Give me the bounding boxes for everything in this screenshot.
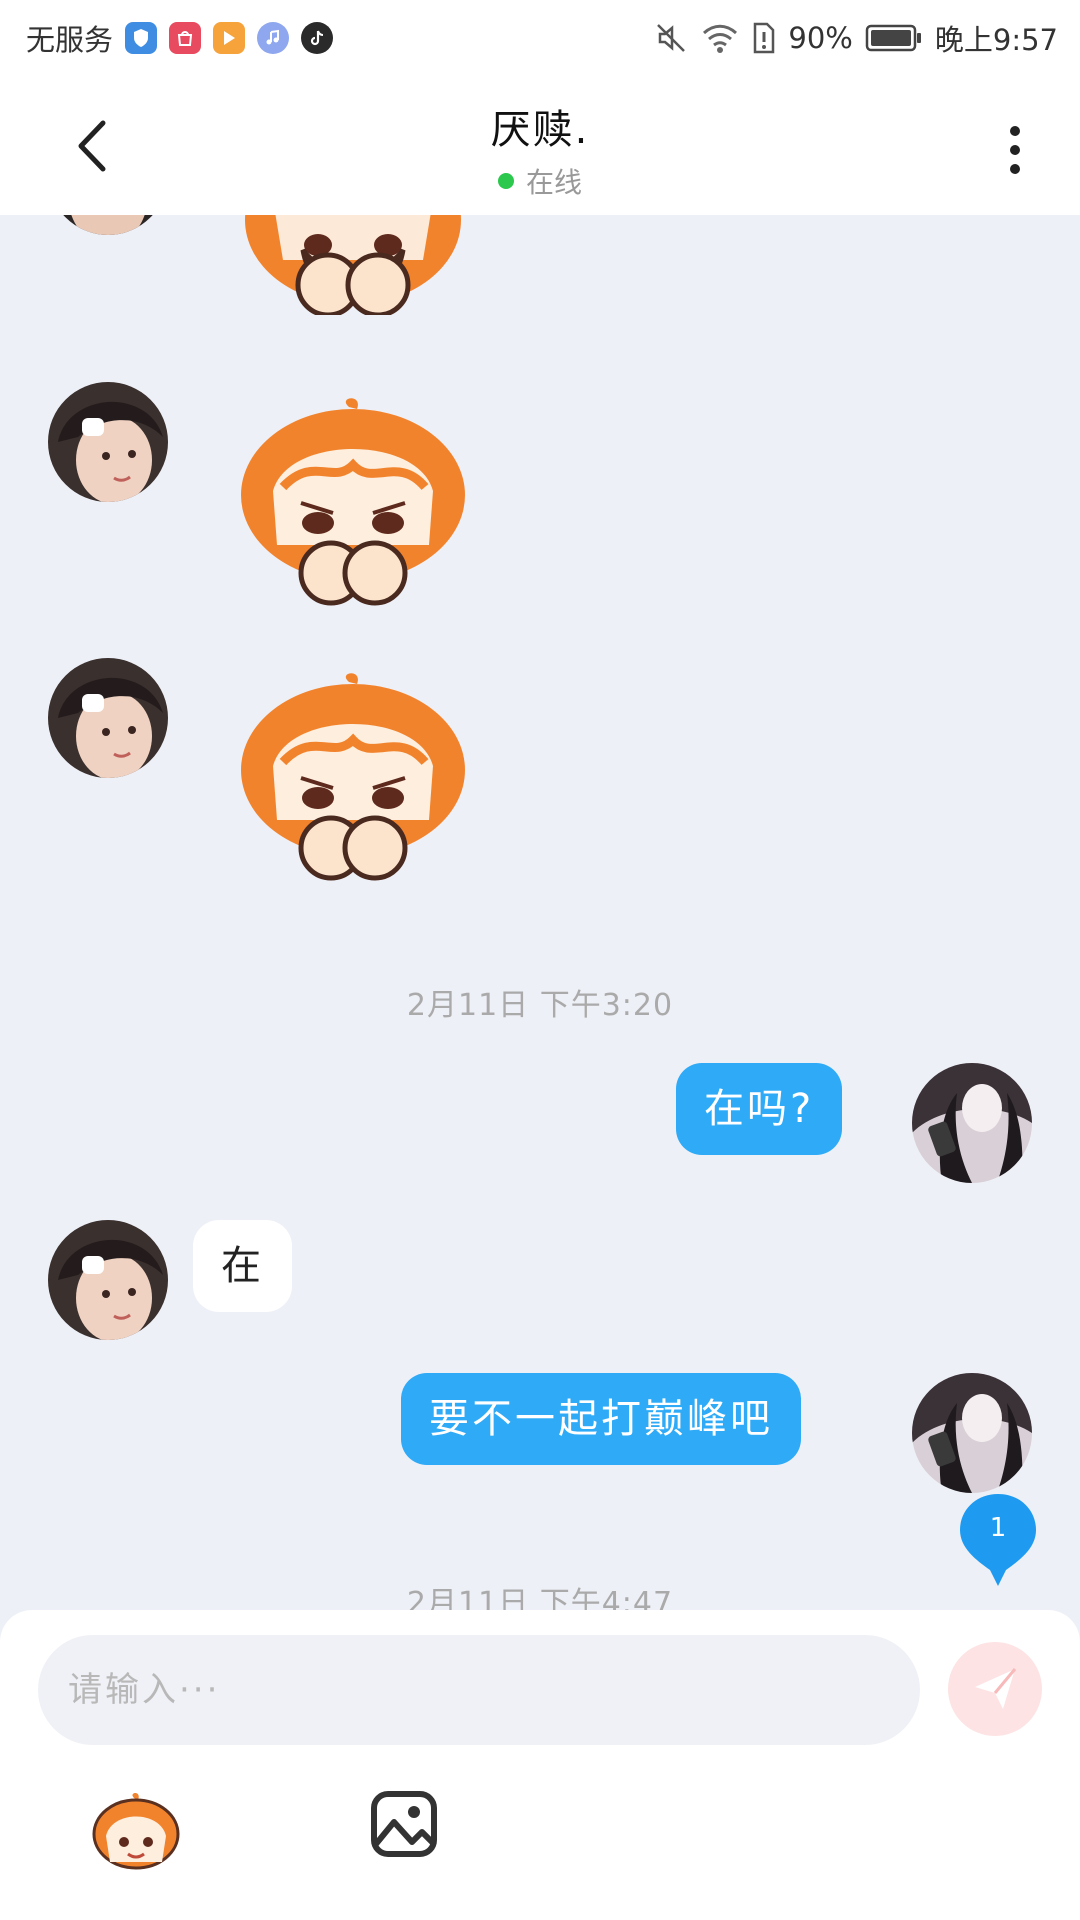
- sticker-message[interactable]: [233, 670, 473, 885]
- sticker-message[interactable]: [233, 395, 473, 610]
- contact-avatar[interactable]: [48, 382, 168, 502]
- unread-count-badge[interactable]: 1: [956, 1490, 1040, 1586]
- sticker-message[interactable]: [233, 215, 473, 315]
- shield-app-icon: [125, 21, 158, 54]
- send-button[interactable]: [948, 1642, 1042, 1736]
- message-timestamp: 2月11日 下午4:47: [406, 1586, 674, 1610]
- contact-name: 厌赎.: [490, 107, 590, 153]
- status-bar: 无服务 90% 晚上9:57: [0, 0, 1080, 75]
- contact-avatar[interactable]: [48, 215, 168, 235]
- unread-count: 1: [989, 1513, 1007, 1543]
- tiktok-icon: [301, 21, 334, 54]
- image-icon: [371, 1791, 437, 1857]
- clock: 晚上9:57: [934, 22, 1058, 57]
- wifi-icon: [700, 21, 740, 55]
- battery-icon: [865, 23, 923, 53]
- sticker-icon: [92, 1793, 180, 1870]
- carrier-text: 无服务: [26, 22, 114, 57]
- contact-avatar[interactable]: [48, 1220, 168, 1340]
- chat-header: 厌赎. 在线: [0, 75, 1080, 215]
- image-picker-button[interactable]: [368, 1788, 440, 1860]
- battery-percent: 90%: [788, 20, 853, 55]
- more-vertical-icon: [1010, 126, 1020, 136]
- mute-icon: [654, 21, 688, 55]
- music-app-icon: [257, 21, 290, 54]
- contact-avatar[interactable]: [48, 658, 168, 778]
- more-options-button[interactable]: [990, 115, 1040, 185]
- composer-panel: [0, 1610, 1080, 1920]
- message-list[interactable]: 2月11日 下午3:20 在吗? 在 要不一起打巅峰吧 2月11日 下午4:47: [0, 215, 1080, 1610]
- message-input[interactable]: [38, 1635, 920, 1745]
- sim-alert-icon: [752, 21, 776, 55]
- my-avatar[interactable]: [912, 1063, 1032, 1183]
- send-icon: [975, 1668, 1017, 1709]
- sticker-button[interactable]: [88, 1792, 184, 1872]
- incoming-message[interactable]: 在: [193, 1220, 292, 1312]
- my-avatar[interactable]: [912, 1373, 1032, 1493]
- presence-status: 在线: [0, 161, 1080, 201]
- presence-text: 在线: [525, 166, 582, 199]
- video-app-icon: [213, 21, 246, 54]
- huawei-store-icon: [169, 21, 202, 54]
- outgoing-message[interactable]: 要不一起打巅峰吧: [401, 1373, 801, 1465]
- outgoing-message[interactable]: 在吗?: [676, 1063, 843, 1155]
- message-timestamp: 2月11日 下午3:20: [406, 988, 674, 1023]
- online-dot: [497, 173, 514, 189]
